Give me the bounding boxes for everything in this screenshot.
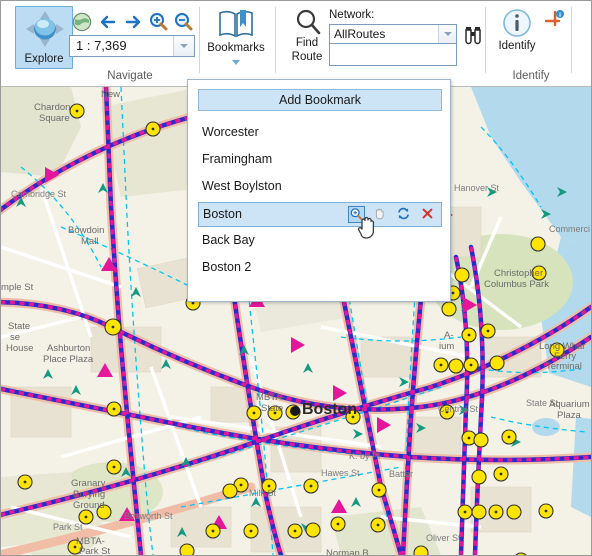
bookmark-item-boston-2[interactable]: Boston 2 (198, 256, 442, 281)
bookmark-label: Framingham (202, 152, 273, 166)
binoculars-icon[interactable] (461, 24, 485, 46)
identify-point-info-icon[interactable] (543, 9, 565, 31)
bookmark-label: Boston (203, 207, 242, 221)
info-circle-icon (503, 9, 531, 37)
explore-pan-icon (26, 11, 64, 47)
network-selected-value[interactable]: AllRoutes (330, 25, 438, 43)
bookmarks-button-label: Bookmarks (207, 42, 265, 54)
bookmark-label: Back Bay (202, 233, 255, 247)
network-combobox[interactable]: AllRoutes (329, 24, 457, 44)
delete-bookmark-icon[interactable] (420, 206, 437, 223)
navigate-group-label: Navigate (107, 70, 153, 82)
bookmarks-button[interactable]: Bookmarks (205, 6, 267, 72)
zoom-to-bookmark-icon[interactable] (348, 206, 365, 223)
application-window: Explore 1: 7,369 Navigate Bookmarks Fin… (0, 0, 592, 556)
bookmark-row-actions (348, 206, 437, 223)
bookmark-item-boston[interactable]: Boston (198, 202, 442, 227)
find-route-label-line1: Find (295, 37, 319, 49)
network-field-label: Network: (329, 9, 375, 21)
forward-arrow-icon[interactable] (122, 11, 144, 33)
identify-group-label: Identify (512, 70, 550, 82)
explore-button[interactable]: Explore (15, 6, 73, 69)
bookmark-item-framingham[interactable]: Framingham (198, 148, 442, 173)
chevron-down-icon (180, 44, 188, 48)
magnifier-icon (296, 9, 321, 35)
map-scale-combobox[interactable]: 1 : 7,369 (69, 35, 195, 57)
bookmark-label: Boston 2 (202, 260, 252, 274)
identify-button-label: Identify (498, 40, 536, 52)
bookmarks-dropdown-panel: Add Bookmark Worcester Framingham West B… (187, 79, 451, 302)
bookmark-label: West Boylston (202, 179, 282, 193)
identify-button[interactable]: Identify (495, 6, 539, 68)
ribbon-toolbar: Explore 1: 7,369 Navigate Bookmarks Fin… (1, 1, 591, 87)
full-extent-globe-icon[interactable] (71, 11, 93, 33)
find-route-label-line2: Route (291, 51, 323, 63)
map-scale-value[interactable]: 1 : 7,369 (70, 36, 173, 56)
network-dropdown-arrow[interactable] (438, 25, 456, 43)
zoom-in-icon[interactable] (147, 11, 169, 33)
bookmarks-book-icon (219, 10, 253, 38)
back-arrow-icon[interactable] (97, 11, 119, 33)
explore-button-label: Explore (24, 53, 64, 65)
chevron-down-icon (443, 32, 452, 36)
refresh-bookmark-icon[interactable] (396, 206, 413, 223)
bookmark-label: Worcester (202, 125, 259, 139)
map-scale-dropdown-arrow[interactable] (173, 36, 194, 56)
bookmark-item-worcester[interactable]: Worcester (198, 121, 442, 146)
network-search-input[interactable] (329, 44, 457, 66)
bookmark-item-back-bay[interactable]: Back Bay (198, 229, 442, 254)
add-bookmark-button[interactable]: Add Bookmark (198, 89, 442, 111)
find-route-button[interactable]: Find Route (283, 6, 331, 72)
zoom-out-icon[interactable] (172, 11, 194, 33)
chevron-down-icon[interactable] (232, 60, 240, 65)
pan-hand-icon[interactable] (372, 206, 389, 223)
bookmark-item-west-boylston[interactable]: West Boylston (198, 175, 442, 200)
